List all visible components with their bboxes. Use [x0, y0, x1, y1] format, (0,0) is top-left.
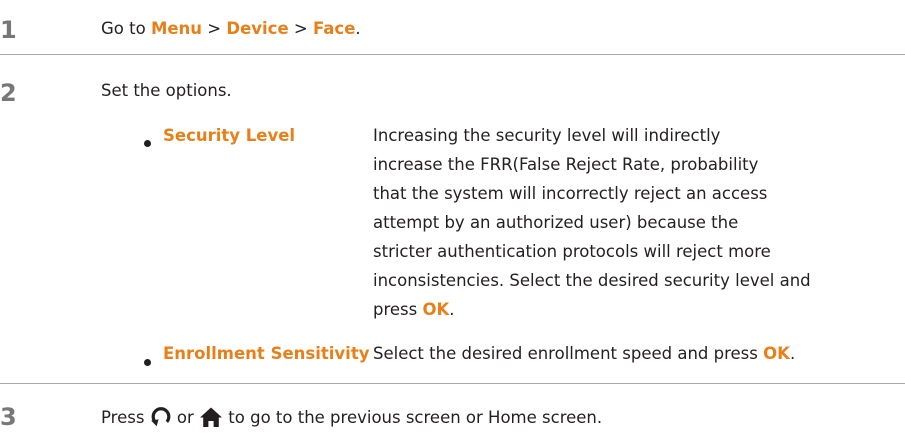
- option-name-security-level: Security Level: [163, 126, 296, 145]
- step-1-text: Go to Menu > Device > Face.: [101, 19, 361, 38]
- divider-2: [0, 383, 905, 384]
- step-number-1: 1: [0, 16, 17, 44]
- security-level-press: press: [373, 300, 423, 319]
- ok-label: OK: [763, 344, 790, 363]
- ok-label: OK: [422, 300, 450, 319]
- menu-link: Menu: [150, 19, 203, 38]
- option-name-enrollment-sensitivity: Enrollment Sensitivity: [163, 344, 370, 363]
- option-desc-security-level: Increasing the security level will indir…: [373, 121, 811, 324]
- enrollment-sensitivity-period: .: [789, 344, 796, 363]
- step-3-prefix: Press: [101, 408, 150, 427]
- enrollment-sensitivity-desc-line: Select the desired enrollment speed and …: [373, 339, 795, 368]
- step-1-suffix: .: [355, 19, 361, 38]
- option-desc-enrollment-sensitivity: Select the desired enrollment speed and …: [373, 339, 795, 368]
- step-number-2: 2: [0, 79, 17, 107]
- bullet-security-level: [144, 140, 151, 147]
- step-1-separator-2: >: [288, 19, 313, 38]
- security-level-period: .: [449, 300, 455, 319]
- step-3-text: Press or to go to the previous screen or…: [101, 406, 602, 432]
- home-icon: [199, 406, 223, 432]
- bullet-enrollment-sensitivity: [144, 359, 151, 366]
- step-number-3: 3: [0, 403, 17, 431]
- divider-1: [0, 54, 905, 55]
- security-level-desc-line-2: increase the FRR(False Reject Rate, prob…: [373, 155, 759, 174]
- step-1-separator-1: >: [202, 19, 227, 38]
- enrollment-sensitivity-desc-text: Select the desired enrollment speed and …: [373, 344, 764, 363]
- security-level-desc-line-1: Increasing the security level will indir…: [373, 126, 721, 145]
- security-level-desc-line-6: inconsistencies. Select the desired secu…: [373, 271, 811, 290]
- device-link: Device: [226, 19, 289, 38]
- security-level-desc-line-5: stricter authentication protocols will r…: [373, 242, 771, 261]
- step-3-suffix: to go to the previous screen or Home scr…: [223, 408, 603, 427]
- back-arrow-icon: [150, 406, 172, 432]
- security-level-desc-line-4: attempt by an authorized user) because t…: [373, 213, 739, 232]
- security-level-desc-line-3: that the system will incorrectly reject …: [373, 184, 768, 203]
- step-1-prefix: Go to: [101, 19, 151, 38]
- step-3-or: or: [171, 408, 200, 427]
- step-2-text: Set the options.: [101, 81, 232, 100]
- security-level-desc-line-7: press OK.: [373, 295, 783, 324]
- face-link: Face: [312, 19, 356, 38]
